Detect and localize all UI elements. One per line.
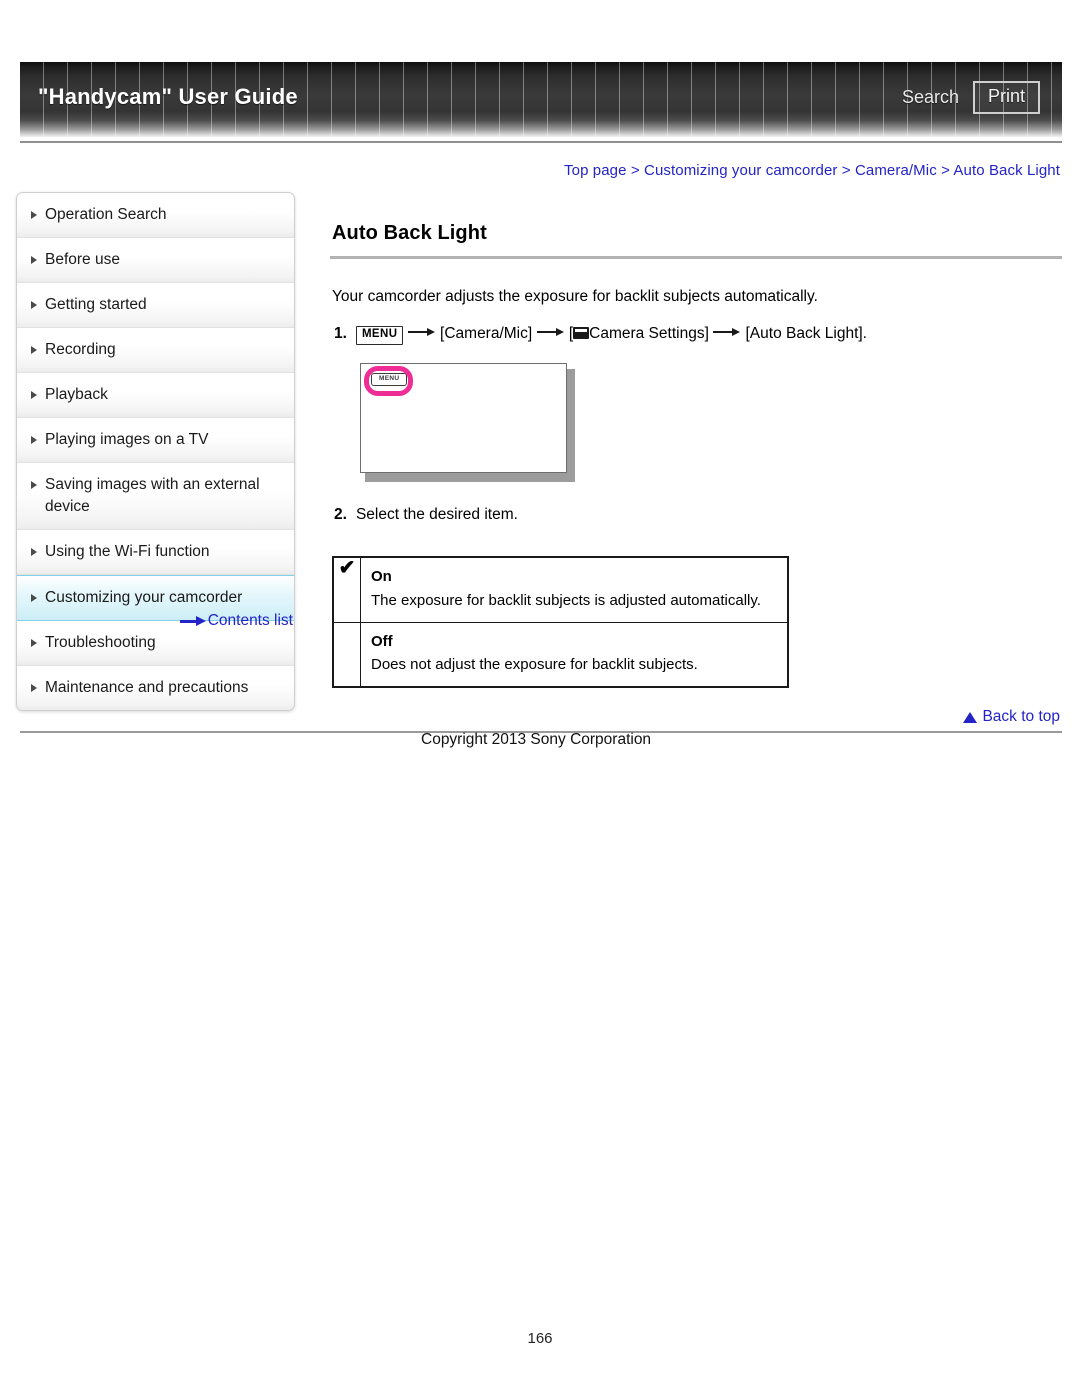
triangle-right-icon [31,684,37,692]
contents-list-label: Contents list [207,612,293,629]
triangle-right-icon [31,639,37,647]
sidebar-item-label: Recording [45,341,116,358]
triangle-right-icon [31,594,37,602]
breadcrumb: Top page > Customizing your camcorder > … [564,162,1060,179]
search-link[interactable]: Search [902,87,959,108]
option-name: On [371,568,392,586]
sidebar-item-label: Before use [45,251,120,268]
triangle-right-icon [31,256,37,264]
step-2-number: 2. [334,506,347,524]
option-name: Off [371,632,393,650]
sidebar-item-label: Saving images with an external device [45,476,260,515]
triangle-up-icon [963,711,978,723]
triangle-right-icon [31,481,37,489]
sidebar-item-label: Using the Wi-Fi function [45,543,210,560]
step-1-camera-settings: Camera Settings] [589,325,709,343]
breadcrumb-separator: > [941,162,950,179]
step-2: 2. Select the desired item. [334,506,1062,524]
illustration-highlight-ring [364,366,413,397]
arrow-right-icon [536,327,565,337]
sidebar-item-playing-images-on-a-tv[interactable]: Playing images on a TV [17,418,294,463]
sidebar-item-before-use[interactable]: Before use [17,238,294,283]
arrow-right-icon [407,327,436,337]
intro-paragraph: Your camcorder adjusts the exposure for … [332,288,818,305]
step-1-camera-mic: [Camera/Mic] [440,325,533,343]
options-table: ✔ On The exposure for backlit subjects i… [332,556,789,689]
step-1-auto-back-light: [Auto Back Light]. [745,325,868,343]
arrow-right-icon [713,327,741,337]
breadcrumb-item-auto-back-light: Auto Back Light [953,162,1060,179]
title-divider [330,256,1062,259]
sidebar-item-label: Maintenance and precautions [45,679,249,696]
option-checkmark-cell [332,621,361,688]
sidebar-item-operation-search[interactable]: Operation Search [17,193,294,238]
sidebar-item-recording[interactable]: Recording [17,328,294,373]
step-1-text: MENU [Camera/Mic] [Camera Settings] [Aut… [355,322,868,347]
option-content-cell: Off Does not adjust the exposure for bac… [360,621,789,688]
copyright-text: Copyright 2013 Sony Corporation [421,731,652,748]
sidebar-item-label: Playing images on a TV [45,431,209,448]
sidebar-item-playback[interactable]: Playback [17,373,294,418]
sidebar-item-label: Playback [45,386,108,403]
step-1-number: 1. [334,325,347,343]
breadcrumb-separator: > [630,162,640,179]
sidebar-item-label: Getting started [45,296,147,313]
header-divider [20,141,1062,143]
sidebar-item-using-the-wi-fi-function[interactable]: Using the Wi-Fi function [17,530,294,575]
sidebar-item-saving-images-with-an-external-device[interactable]: Saving images with an external device [17,463,294,530]
sidebar-item-label: Customizing your camcorder [45,589,243,606]
arrow-right-icon [179,615,206,627]
back-to-top-link[interactable]: Back to top [963,708,1060,726]
contents-list-link[interactable]: Contents list [16,612,293,630]
triangle-right-icon [31,301,37,309]
table-row[interactable]: ✔ On The exposure for backlit subjects i… [332,556,789,623]
app-title: "Handycam" User Guide [38,84,298,109]
back-to-top-label: Back to top [982,708,1060,725]
print-button[interactable]: Print [972,81,1040,114]
sidebar-item-getting-started[interactable]: Getting started [17,283,294,328]
option-description: Does not adjust the exposure for backlit… [371,656,698,674]
sidebar-item-label: Operation Search [45,206,167,223]
menu-button-icon: MENU [355,326,404,345]
triangle-right-icon [31,391,37,399]
page-title: Auto Back Light [332,222,487,244]
triangle-right-icon [31,436,37,444]
camera-settings-icon [573,327,590,340]
camcorder-screen-illustration: MENU [360,363,575,483]
option-content-cell: On The exposure for backlit subjects is … [360,556,789,623]
checkmark-icon: ✔ [338,557,356,580]
step-1: 1. MENU [Camera/Mic] [Camera Settings] [… [334,322,1062,347]
sidebar-navigation: Operation Search Before use Getting star… [16,192,295,711]
breadcrumb-separator: > [841,162,851,179]
table-row[interactable]: Off Does not adjust the exposure for bac… [332,621,789,688]
step-2-text: Select the desired item. [355,506,518,524]
triangle-right-icon [31,346,37,354]
triangle-right-icon [31,211,37,219]
main-content: Auto Back Light Your camcorder adjusts t… [330,222,1062,689]
option-description: The exposure for backlit subjects is adj… [371,591,761,609]
page-number: 166 [527,1330,553,1347]
sidebar-item-label: Troubleshooting [45,634,156,651]
option-checkmark-cell: ✔ [332,556,361,623]
breadcrumb-item-camera-mic[interactable]: Camera/Mic [855,162,937,179]
breadcrumb-item-customizing-your-camcorder[interactable]: Customizing your camcorder [644,162,838,179]
sidebar-item-maintenance-and-precautions[interactable]: Maintenance and precautions [17,666,294,710]
app-header-banner: "Handycam" User Guide Search Print [20,62,1062,137]
illustration-lcd-screen: MENU [360,363,567,474]
header-actions: Search Print [902,81,1040,114]
triangle-right-icon [31,548,37,556]
breadcrumb-item-top-page[interactable]: Top page [564,162,627,179]
